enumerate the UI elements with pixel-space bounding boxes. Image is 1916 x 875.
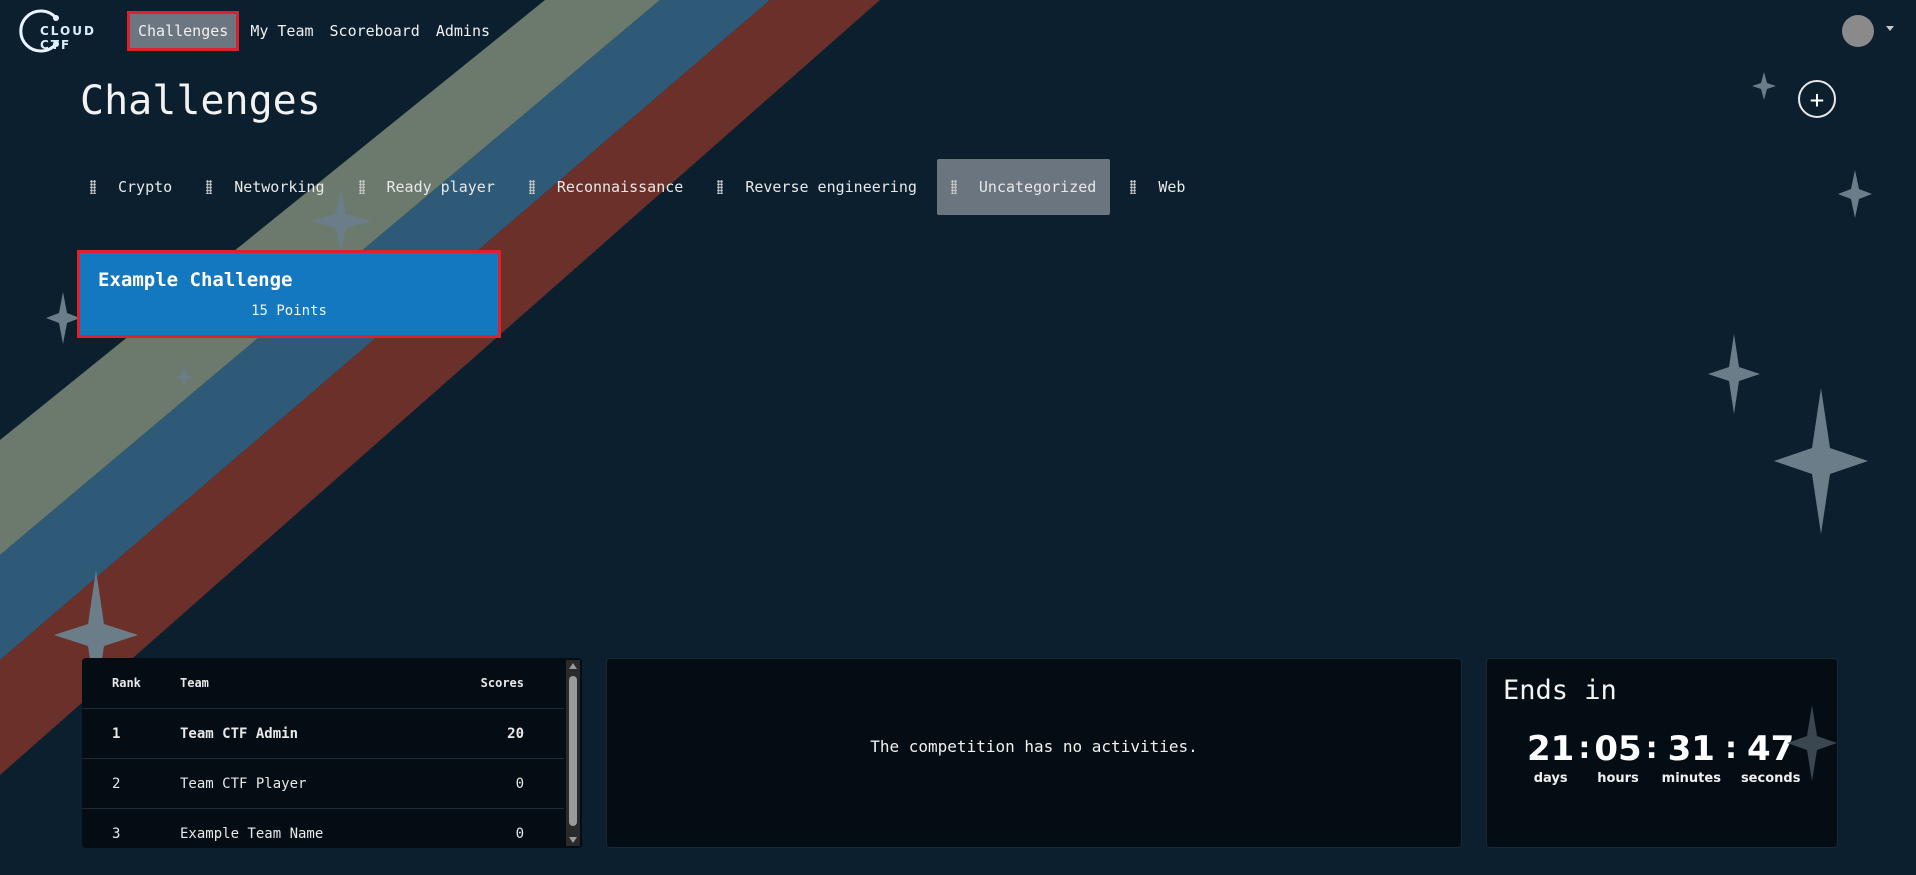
tab-label: Networking bbox=[234, 178, 325, 196]
tab-label: Uncategorized bbox=[978, 178, 1097, 196]
scoreboard-scrollbar[interactable] bbox=[566, 660, 580, 846]
tab-crypto[interactable]: Crypto bbox=[76, 159, 186, 215]
days-value: 21 bbox=[1527, 729, 1575, 769]
nav-link-admins[interactable]: Admins bbox=[428, 14, 498, 48]
activity-panel: The competition has no activities. bbox=[606, 658, 1462, 848]
sparkle-icon bbox=[1752, 72, 1776, 100]
countdown-separator: : bbox=[1645, 731, 1658, 766]
challenge-name: Example Challenge bbox=[98, 269, 293, 291]
table-row[interactable]: 3 Example Team Name 0 bbox=[82, 808, 564, 848]
add-challenge-button[interactable]: + bbox=[1798, 80, 1836, 118]
scoreboard-panel: Rank Team Scores 1 Team CTF Admin 20 2 T… bbox=[82, 658, 582, 848]
sparkle-icon bbox=[1708, 334, 1760, 414]
countdown-separator: : bbox=[1578, 731, 1591, 766]
countdown-seconds: 47 seconds bbox=[1741, 729, 1801, 786]
activity-empty-text: The competition has no activities. bbox=[870, 737, 1198, 756]
seconds-value: 47 bbox=[1747, 729, 1795, 769]
countdown-separator: : bbox=[1724, 731, 1737, 766]
countdown-title: Ends in bbox=[1503, 675, 1617, 706]
drag-handle-icon[interactable] bbox=[528, 180, 535, 194]
tab-web[interactable]: Web bbox=[1116, 159, 1199, 215]
drag-handle-icon[interactable] bbox=[717, 180, 724, 194]
tab-reverse-engineering[interactable]: Reverse engineering bbox=[703, 159, 931, 215]
header-team: Team bbox=[179, 658, 423, 709]
drag-handle-icon[interactable] bbox=[358, 180, 365, 194]
nav-link-scoreboard[interactable]: Scoreboard bbox=[322, 14, 428, 48]
header-score: Scores bbox=[422, 658, 564, 709]
row-team[interactable]: Team CTF Player bbox=[179, 758, 423, 809]
tab-uncategorized[interactable]: Uncategorized bbox=[936, 159, 1111, 215]
tab-label: Crypto bbox=[118, 178, 173, 196]
hours-value: 05 bbox=[1594, 729, 1642, 769]
row-score: 20 bbox=[422, 708, 564, 759]
row-score: 0 bbox=[422, 758, 564, 809]
scroll-up-icon[interactable] bbox=[569, 663, 577, 669]
row-rank: 2 bbox=[82, 758, 179, 809]
minutes-value: 31 bbox=[1667, 729, 1715, 769]
sparkle-icon bbox=[46, 292, 80, 344]
tab-label: Reconnaissance bbox=[556, 178, 684, 196]
scroll-down-icon[interactable] bbox=[569, 837, 577, 843]
row-rank: 3 bbox=[82, 808, 179, 848]
logo-text: CLOUD CTF bbox=[40, 24, 96, 52]
scroll-thumb[interactable] bbox=[569, 676, 577, 826]
countdown-minutes: 31 minutes bbox=[1662, 729, 1721, 786]
page-title: Challenges bbox=[80, 78, 321, 124]
drag-handle-icon[interactable] bbox=[1130, 180, 1137, 194]
header-rank: Rank bbox=[82, 658, 179, 709]
countdown-days: 21 days bbox=[1527, 729, 1574, 786]
drag-handle-icon[interactable] bbox=[950, 180, 957, 194]
app-root: CLOUD CTF Challenges My Team Scoreboard … bbox=[0, 0, 1916, 875]
row-rank: 1 bbox=[82, 708, 179, 759]
cloud-ctf-logo[interactable]: CLOUD CTF bbox=[18, 8, 118, 54]
caret-down-icon[interactable] bbox=[1886, 26, 1894, 31]
tab-ready-player[interactable]: Ready player bbox=[345, 159, 509, 215]
drag-handle-icon[interactable] bbox=[206, 180, 213, 194]
countdown-panel: Ends in 21 days : 05 hours : 31 minutes … bbox=[1486, 658, 1838, 848]
table-row[interactable]: 2 Team CTF Player 0 bbox=[82, 758, 564, 809]
scoreboard-table: Rank Team Scores 1 Team CTF Admin 20 2 T… bbox=[82, 658, 564, 848]
minutes-label: minutes bbox=[1661, 771, 1721, 786]
nav-links: Challenges My Team Scoreboard Admins bbox=[126, 11, 498, 51]
sparkle-icon bbox=[1774, 388, 1868, 534]
countdown-row: 21 days : 05 hours : 31 minutes : 47 sec… bbox=[1527, 729, 1800, 786]
tab-label: Ready player bbox=[386, 178, 495, 196]
tab-label: Web bbox=[1158, 178, 1186, 196]
days-label: days bbox=[1533, 771, 1568, 786]
challenge-points: 15 Points bbox=[251, 303, 327, 319]
sparkle-icon bbox=[176, 366, 192, 388]
row-team[interactable]: Example Team Name bbox=[179, 808, 423, 848]
tab-label: Reverse engineering bbox=[745, 178, 917, 196]
nav-link-my-team[interactable]: My Team bbox=[242, 14, 321, 48]
tab-reconnaissance[interactable]: Reconnaissance bbox=[515, 159, 697, 215]
category-tabs: Crypto Networking Ready player Reconnais… bbox=[76, 159, 1205, 215]
tab-networking[interactable]: Networking bbox=[192, 159, 338, 215]
top-navbar: CLOUD CTF Challenges My Team Scoreboard … bbox=[0, 0, 1916, 62]
sparkle-icon bbox=[1838, 170, 1872, 218]
nav-link-challenges[interactable]: Challenges bbox=[126, 11, 240, 51]
drag-handle-icon[interactable] bbox=[90, 180, 96, 194]
seconds-label: seconds bbox=[1740, 771, 1801, 786]
challenge-card-example[interactable]: Example Challenge 15 Points bbox=[77, 250, 501, 338]
user-avatar[interactable] bbox=[1842, 15, 1874, 47]
row-team[interactable]: Team CTF Admin bbox=[179, 708, 423, 759]
row-score: 0 bbox=[422, 808, 564, 848]
table-header-row: Rank Team Scores bbox=[82, 658, 564, 709]
hours-label: hours bbox=[1597, 771, 1639, 786]
table-row[interactable]: 1 Team CTF Admin 20 bbox=[82, 708, 564, 759]
countdown-hours: 05 hours bbox=[1594, 729, 1641, 786]
